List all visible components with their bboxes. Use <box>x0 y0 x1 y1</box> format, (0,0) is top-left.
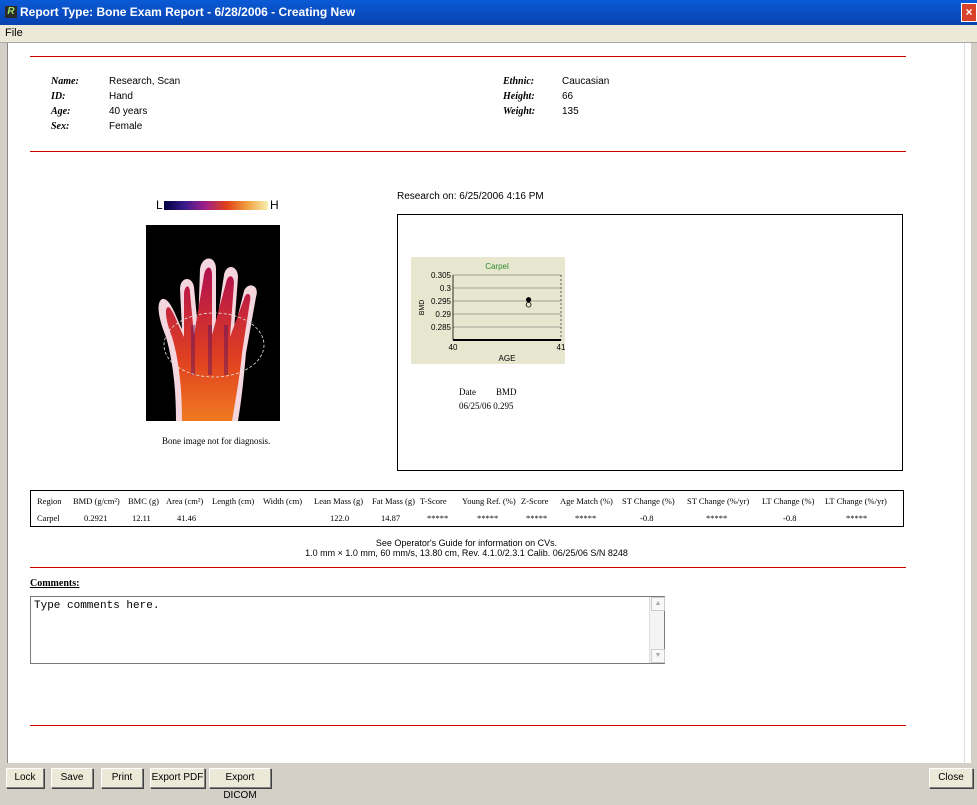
age-label: Age: <box>51 106 71 117</box>
colorbar-low-label: L <box>156 198 163 212</box>
name-value: Research, Scan <box>109 76 181 87</box>
results-header-cell: T-Score <box>420 496 447 506</box>
window-title: Report Type: Bone Exam Report - 6/28/200… <box>20 5 356 19</box>
results-header-cell: LT Change (%) <box>762 496 815 506</box>
export-pdf-button[interactable]: Export PDF <box>150 768 205 788</box>
x-tick-label: 40 <box>449 343 458 352</box>
results-value-cell: 12.11 <box>132 513 151 523</box>
name-label: Name: <box>51 76 79 87</box>
results-header-cell: Z-Score <box>521 496 549 506</box>
ethnic-label: Ethnic: <box>503 76 535 87</box>
results-value-cell: -0.8 <box>783 513 797 523</box>
y-tick-label: 0.305 <box>431 271 452 280</box>
height-value: 66 <box>562 91 574 102</box>
age-value: 40 years <box>109 106 148 117</box>
results-header-cell: BMC (g) <box>128 496 159 506</box>
results-value-cell: Carpel <box>37 513 60 523</box>
lock-button[interactable]: Lock <box>6 768 44 788</box>
x-axis-label: AGE <box>499 354 516 363</box>
sex-value: Female <box>109 121 143 132</box>
results-header-cell: Age Match (%) <box>560 496 613 506</box>
height-label: Height: <box>503 91 535 102</box>
menu-file[interactable]: File <box>5 27 23 39</box>
data-point-reference <box>525 301 532 308</box>
results-value-cell: 41.46 <box>177 513 197 523</box>
results-header-cell: ST Change (%/yr) <box>687 496 750 506</box>
bmd-trend-chart: Carpel 0.305 0.3 0.295 0.29 0.285 40 41 AGE BMD <box>411 257 566 364</box>
button-bar: Lock Save Print Export PDF Export DICOM … <box>0 764 977 801</box>
results-header-cell: BMD (g/cm²) <box>73 496 120 506</box>
results-header-cell: Lean Mass (g) <box>314 496 364 506</box>
id-label: ID: <box>51 91 66 102</box>
scan-parameters: 1.0 mm × 1.0 mm, 60 mm/s, 13.80 cm, Rev.… <box>305 548 628 558</box>
bmd-chart-svg: Carpel 0.305 0.3 0.295 0.29 0.285 40 41 AGE BMD <box>419 262 566 363</box>
save-button[interactable]: Save <box>51 768 93 788</box>
window-close-button[interactable]: × <box>961 3 977 22</box>
report-document: Name: Research, Scan ID: Hand Age: 40 ye… <box>7 43 971 763</box>
results-table: Region BMD (g/cm²) BMC (g) Area (cm²) Le… <box>30 490 904 527</box>
results-header-cell: Length (cm) <box>212 496 255 506</box>
colorbar-gradient <box>164 201 268 210</box>
scroll-up-icon[interactable]: ▲ <box>651 597 665 611</box>
comments-scrollbar[interactable]: ▲ ▼ <box>649 597 665 663</box>
title-bar: R Report Type: Bone Exam Report - 6/28/2… <box>0 0 977 25</box>
results-value-cell: ***** <box>427 513 449 523</box>
comments-textarea[interactable]: Type comments here. ▲ ▼ <box>30 596 665 664</box>
separator-bottom <box>30 725 906 726</box>
y-tick-label: 0.295 <box>431 297 452 306</box>
y-tick-label: 0.285 <box>431 323 452 332</box>
results-header-cell: Width (cm) <box>263 496 303 506</box>
cv-note: See Operator's Guide for information on … <box>375 538 558 548</box>
trend-row: 06/25/06 0.295 <box>459 401 514 411</box>
results-header-cell: ST Change (%) <box>622 496 675 506</box>
results-value-cell: 0.2921 <box>84 513 108 523</box>
colorbar-high-label: H <box>270 198 279 212</box>
results-value-cell: ***** <box>477 513 499 523</box>
results-header-cell: Region <box>37 496 62 506</box>
comments-text[interactable]: Type comments here. <box>34 600 159 612</box>
research-date: Research on: 6/25/2006 4:16 PM <box>397 191 544 202</box>
y-tick-label: 0.29 <box>435 310 451 319</box>
trend-bmd-header: BMD <box>496 387 517 397</box>
results-header-cell: Young Ref. (%) <box>462 496 516 506</box>
data-point <box>526 297 532 303</box>
trend-date-header: Date <box>459 387 476 397</box>
bone-image-caption: Bone image not for diagnosis. <box>162 436 271 446</box>
results-value-cell: ***** <box>526 513 548 523</box>
document-scrollbar[interactable] <box>964 43 971 763</box>
weight-label: Weight: <box>503 106 536 117</box>
sex-label: Sex: <box>51 121 70 132</box>
results-value-cell: 122.0 <box>330 513 350 523</box>
ethnic-value: Caucasian <box>562 76 610 87</box>
y-tick-label: 0.3 <box>440 284 452 293</box>
results-header-cell: Fat Mass (g) <box>372 496 415 506</box>
results-value-cell: -0.8 <box>640 513 654 523</box>
x-tick-label: 41 <box>557 343 565 352</box>
scroll-down-icon[interactable]: ▼ <box>651 649 665 663</box>
y-axis-label: BMD <box>419 300 426 316</box>
results-value-cell: ***** <box>706 513 728 523</box>
weight-value: 135 <box>562 106 579 117</box>
trend-panel: Carpel 0.305 0.3 0.295 0.29 0.285 40 41 AGE BMD D… <box>397 214 903 471</box>
chart-title: Carpel <box>485 262 509 271</box>
results-value-cell: ***** <box>846 513 868 523</box>
print-button[interactable]: Print <box>101 768 143 788</box>
results-value-cell: 14.87 <box>381 513 401 523</box>
menu-bar: File <box>0 25 977 43</box>
results-header-cell: LT Change (%/yr) <box>825 496 887 506</box>
export-dicom-button[interactable]: Export DICOM <box>209 768 271 801</box>
separator-top <box>30 56 906 57</box>
app-icon: R <box>5 6 17 18</box>
results-value-cell: ***** <box>575 513 597 523</box>
separator-comments <box>30 567 906 568</box>
bone-scan-image <box>146 225 280 421</box>
comments-label: Comments: <box>30 578 80 589</box>
close-button[interactable]: Close <box>929 768 973 788</box>
id-value: Hand <box>109 91 133 102</box>
results-header-cell: Area (cm²) <box>166 496 204 506</box>
separator-patient <box>30 151 906 152</box>
